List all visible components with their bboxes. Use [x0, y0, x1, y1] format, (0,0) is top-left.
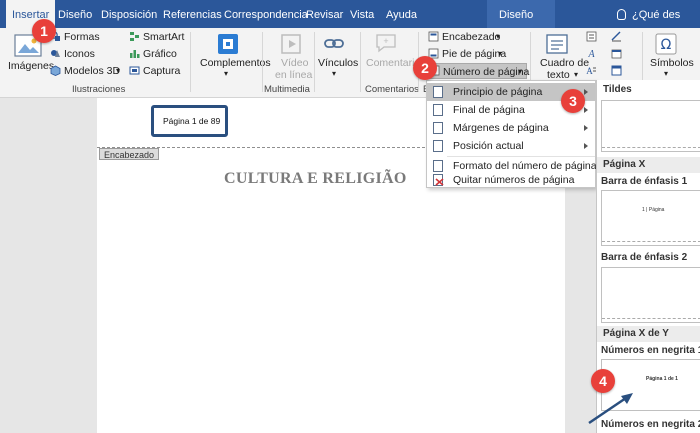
submenu-arrow-icon: [584, 89, 588, 95]
group-label-ilustraciones: Ilustraciones: [72, 84, 126, 95]
chart-icon: [130, 50, 140, 58]
tab-revisar[interactable]: Revisar: [306, 0, 343, 28]
header-icon: [428, 31, 439, 42]
group-divider: [190, 32, 191, 92]
wordart-icon[interactable]: A: [586, 48, 597, 59]
svg-text:+: +: [383, 36, 388, 46]
vinculos-button[interactable]: Vínculos: [318, 57, 358, 69]
submenu-arrow-icon: [584, 125, 588, 131]
modelos-3d-button[interactable]: Modelos 3D: [64, 65, 120, 77]
menu-item-label: Márgenes de página: [453, 122, 549, 134]
drop-cap-icon[interactable]: A: [586, 65, 597, 76]
icons-icon: [51, 50, 60, 57]
comment-icon: +: [376, 34, 396, 53]
video-en-linea-button-line2: en línea: [275, 69, 313, 81]
3d-models-icon: [50, 65, 61, 76]
submenu-arrow-icon: [584, 107, 588, 113]
tab-disposicion[interactable]: Disposición: [101, 0, 157, 28]
page-bottom-icon: [433, 104, 443, 116]
encabezado-button[interactable]: Encabezado: [442, 31, 500, 43]
chevron-down-icon[interactable]: ▾: [664, 69, 668, 78]
svg-text:A: A: [587, 49, 595, 59]
menu-item-label: Quitar números de página: [453, 174, 575, 186]
gallery-category-pagina-x-de-y: Página X de Y: [597, 326, 700, 342]
group-divider: [262, 32, 263, 92]
grafico-button[interactable]: Gráfico: [143, 48, 177, 60]
cuadro-de-texto-button[interactable]: Cuadro de: [540, 57, 589, 69]
smartart-button[interactable]: SmartArt: [143, 31, 184, 43]
page-margins-icon: [433, 122, 443, 134]
omega-symbol-icon: Ω: [655, 33, 677, 55]
object-icon[interactable]: [611, 65, 622, 76]
submenu-arrow-icon: [584, 143, 588, 149]
tab-vista[interactable]: Vista: [350, 0, 374, 28]
iconos-button[interactable]: Iconos: [64, 48, 95, 60]
document-title: CULTURA E RELIGIÃO: [224, 170, 407, 187]
group-label-multimedia: Multimedia: [264, 84, 310, 95]
chevron-down-icon[interactable]: ▾: [574, 70, 578, 79]
quick-parts-icon[interactable]: [586, 31, 597, 42]
menu-item-label: Final de página: [453, 104, 525, 116]
thumb-text: Página 1 de 1: [646, 376, 678, 382]
lightbulb-icon: [617, 9, 626, 20]
chevron-down-icon[interactable]: ▾: [498, 49, 502, 58]
numero-de-pagina-label: Número de página: [443, 66, 530, 78]
gallery-label-enfasis-2: Barra de énfasis 2: [601, 252, 688, 263]
group-label-comentarios: Comentarios: [365, 84, 419, 95]
step-badge-3: 3: [561, 89, 585, 113]
chevron-down-icon[interactable]: ▾: [116, 66, 120, 75]
signature-line-icon[interactable]: [611, 31, 622, 42]
menu-item-posicion[interactable]: Posición actual: [427, 137, 595, 155]
gallery-thumb-enfasis-2[interactable]: [601, 267, 700, 323]
thumb-text: 1 | Página: [642, 207, 665, 213]
gallery-label-enfasis-1: Barra de énfasis 1: [601, 176, 688, 187]
add-ins-icon: [218, 34, 238, 54]
gallery-category-tildes: Tildes: [597, 82, 700, 98]
gallery-thumb-tildes[interactable]: [601, 100, 700, 152]
tab-diseno[interactable]: Diseño: [58, 0, 92, 28]
tab-correspondencia[interactable]: Correspondencia: [224, 0, 308, 28]
chevron-down-icon: ▾: [518, 67, 523, 76]
page-number-field[interactable]: Página 1 de 89: [151, 105, 228, 137]
chevron-down-icon[interactable]: ▾: [496, 32, 500, 41]
screenshot-icon: [129, 66, 140, 75]
header-tag: Encabezado: [99, 148, 160, 160]
remove-number-icon: [433, 174, 444, 186]
tab-ayuda[interactable]: Ayuda: [386, 0, 417, 28]
date-time-icon[interactable]: [611, 48, 622, 59]
captura-button[interactable]: Captura: [143, 65, 180, 77]
video-icon: [281, 34, 301, 54]
smartart-icon: [130, 32, 139, 41]
simbolos-button[interactable]: Símbolos: [650, 57, 694, 69]
tab-diseno-context[interactable]: Diseño: [487, 0, 556, 28]
svg-text:Ω: Ω: [661, 37, 672, 53]
gallery-category-pagina-x: Página X: [597, 157, 700, 173]
group-divider: [314, 32, 315, 92]
svg-text:A: A: [586, 66, 593, 76]
imagenes-button[interactable]: Imágenes: [8, 60, 54, 72]
link-icon: [324, 39, 344, 48]
step-badge-1: 1: [32, 19, 56, 43]
menu-item-label: Principio de página: [453, 86, 543, 98]
annotation-arrow-icon: [588, 393, 633, 425]
pie-de-pagina-button[interactable]: Pie de página: [442, 48, 506, 60]
menu-item-label: Posición actual: [453, 140, 524, 152]
tell-me-search[interactable]: ¿Qué des: [632, 0, 680, 28]
current-position-icon: [433, 140, 443, 152]
group-divider: [360, 32, 361, 92]
video-en-linea-button[interactable]: Vídeo: [281, 57, 308, 69]
gallery-label-negrita-1: Números en negrita 1: [601, 345, 700, 356]
chevron-down-icon[interactable]: ▾: [224, 69, 228, 78]
complementos-button[interactable]: Complementos: [200, 57, 271, 69]
tab-referencias[interactable]: Referencias: [163, 0, 222, 28]
text-box-icon: [546, 34, 568, 54]
step-badge-2: 2: [413, 56, 437, 80]
page-top-icon: [433, 86, 443, 98]
menu-item-margenes[interactable]: Márgenes de página: [427, 119, 595, 137]
gallery-thumb-enfasis-1[interactable]: 1 | Página: [601, 190, 700, 246]
formas-button[interactable]: Formas: [64, 31, 100, 43]
menu-item-quitar[interactable]: Quitar números de página: [427, 171, 595, 189]
chevron-down-icon[interactable]: ▾: [332, 69, 336, 78]
page-number-text: Página 1 de 89: [163, 116, 221, 126]
